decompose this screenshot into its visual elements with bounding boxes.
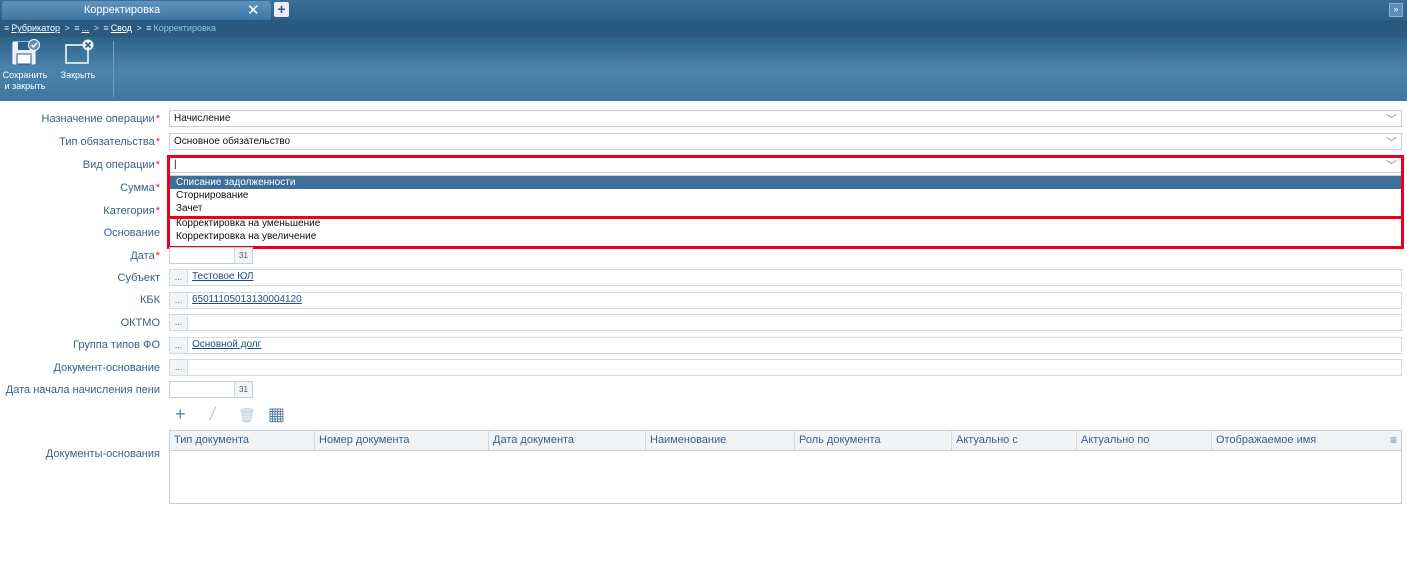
lookup-dots-button[interactable]: ... [170,360,188,375]
breadcrumb-current: Корректировка [153,23,216,33]
tab-close-icon[interactable]: ✕ [247,1,260,19]
dropdown-option[interactable]: Сторнирование [170,189,1401,202]
operation-kind-value: | [174,159,177,170]
subject-label: Субъект [117,272,160,284]
chevron-down-icon[interactable]: ﹀ [1386,157,1397,173]
column-actual-from[interactable]: Актуально с [952,431,1077,450]
breadcrumb-separator: > [93,23,99,33]
tab-bar: Корректировка ✕ + » [0,0,1407,20]
save-icon [12,39,40,65]
tab-title: Корректировка [83,4,161,16]
dropdown-option[interactable]: Корректировка на увеличение [170,230,1401,243]
obligation-type-label: Тип обязательства* [59,136,160,148]
oktmo-label: ОКТМО [120,317,160,329]
oktmo-lookup[interactable]: ... [169,314,1402,331]
kbk-lookup[interactable]: ... 65011105013130004120 [169,292,1402,309]
save-and-close-button[interactable]: Сохранить и закрыть [2,39,48,91]
subject-lookup[interactable]: ... Тестовое ЮЛ [169,269,1402,286]
edit-icon[interactable]: / [210,404,215,425]
column-doc-number[interactable]: Номер документа [315,431,489,450]
column-doc-role[interactable]: Роль документа [795,431,952,450]
list-icon: ≡ [4,23,10,33]
column-name[interactable]: Наименование [646,431,795,450]
obligation-type-value: Основное обязательство [174,136,291,147]
basis-docs-label: Документы-основания [45,448,160,460]
sum-label: Сумма* [120,182,160,194]
add-icon[interactable]: + [175,404,186,425]
tab-korrektirovka[interactable]: Корректировка ✕ [2,1,271,20]
basis-label: Основание [103,227,160,239]
dropdown-option[interactable]: Зачет [170,202,1401,215]
breadcrumb-rubricator[interactable]: Рубрикатор [11,23,60,33]
column-doc-date[interactable]: Дата документа [489,431,646,450]
lookup-dots-button[interactable]: ... [170,270,188,285]
save-label-1: Сохранить [2,70,48,80]
obligation-type-select[interactable]: Основное обязательство ﹀ [169,133,1402,150]
list-icon: ≡ [74,23,80,33]
category-label: Категория* [103,205,160,217]
save-label-2: и закрыть [4,81,46,91]
close-button[interactable]: Закрыть [58,39,98,80]
add-tab-button[interactable]: + [274,2,289,17]
date-input[interactable]: 31 [169,247,253,264]
fo-group-lookup[interactable]: ... Основной долг [169,337,1402,354]
chevron-down-icon[interactable]: ﹀ [1386,134,1397,150]
lookup-dots-button[interactable]: ... [170,315,188,330]
dropdown-option[interactable]: Корректировка на уменьшение [170,217,1401,230]
operation-kind-dropdown: Списание задолженности Сторнирование Зач… [169,175,1402,247]
dropdown-option[interactable]: Списание задолженности [170,176,1401,189]
breadcrumb-svod[interactable]: Свод [111,23,132,33]
basis-documents-grid: Тип документа Номер документа Дата докум… [169,430,1402,504]
fo-group-label: Группа типов ФО [73,339,160,351]
grid-header: Тип документа Номер документа Дата докум… [170,431,1401,451]
column-menu-icon[interactable]: ≡ [1390,433,1397,447]
kbk-label: КБК [139,294,160,306]
column-doc-type[interactable]: Тип документа [170,431,315,450]
operation-kind-label: Вид операции* [82,159,160,171]
lookup-dots-button[interactable]: ... [170,338,188,353]
calendar-icon[interactable]: 31 [234,248,252,263]
operation-purpose-select[interactable]: Начисление ﹀ [169,110,1402,127]
breadcrumb-ellipsis[interactable]: ... [82,23,90,33]
basis-doc-label: Документ-основание [53,362,160,374]
penalty-start-label: Дата начала начисления пени [5,384,160,396]
collapse-icon[interactable]: » [1389,3,1403,17]
close-label: Закрыть [60,70,96,80]
column-display-name[interactable]: Отображаемое имя [1212,431,1382,450]
breadcrumb-separator: > [136,23,142,33]
list-icon: ≡ [146,23,152,33]
list-icon: ≡ [103,23,109,33]
subject-value[interactable]: Тестовое ЮЛ [192,271,253,282]
operation-kind-select[interactable]: | ﹀ [169,156,1402,173]
operation-purpose-label: Назначение операции* [41,113,160,125]
calendar-icon[interactable]: 31 [234,382,252,397]
delete-icon[interactable]: 🗑 [238,407,256,424]
basis-doc-lookup[interactable]: ... [169,359,1402,376]
chevron-down-icon[interactable]: ﹀ [1386,111,1397,127]
fo-group-value[interactable]: Основной долг [192,339,261,350]
breadcrumb: ≡ Рубрикатор > ≡... > ≡ Свод > ≡ Корректиро… [0,20,1407,37]
date-label: Дата* [130,250,160,262]
table-settings-icon[interactable]: ▦ [268,404,285,425]
lookup-dots-button[interactable]: ... [170,293,188,308]
operation-purpose-value: Начисление [174,113,231,124]
toolbar-divider [113,41,114,97]
kbk-value[interactable]: 65011105013130004120 [192,294,302,305]
close-window-icon [65,39,94,64]
column-actual-to[interactable]: Актуально по [1077,431,1212,450]
breadcrumb-separator: > [64,23,70,33]
toolbar: Сохранить и закрыть Закрыть [0,37,1407,101]
penalty-start-date-input[interactable]: 31 [169,381,253,398]
